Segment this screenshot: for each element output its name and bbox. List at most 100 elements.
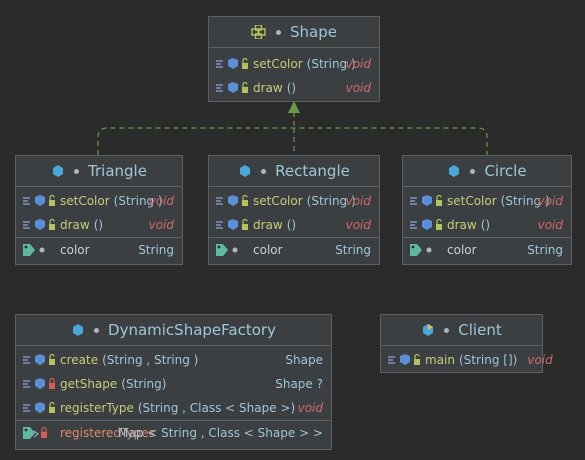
method-params: () bbox=[286, 81, 297, 95]
method-params: () bbox=[93, 218, 104, 232]
field-row[interactable]: registeredTypes Map < String , Class < S… bbox=[16, 420, 331, 445]
method-name: main bbox=[425, 353, 455, 367]
field-type: Map < String , Class < Shape > > bbox=[118, 426, 323, 440]
method-row[interactable]: draw () void bbox=[209, 213, 379, 237]
method-params: (String , Class < Shape >) bbox=[137, 401, 296, 415]
visibility-dot bbox=[444, 327, 450, 333]
method-name: registerType bbox=[60, 401, 134, 415]
class-dynamic-shape-factory[interactable]: DynamicShapeFactory create (String , Str… bbox=[15, 314, 332, 450]
field-type: String bbox=[138, 243, 174, 257]
return-type: void bbox=[527, 353, 553, 367]
method-params: () bbox=[480, 218, 491, 232]
method-name: setColor bbox=[447, 194, 497, 208]
field-name: color bbox=[60, 243, 90, 257]
method-row[interactable]: setColor (String ) void bbox=[209, 52, 379, 76]
method-name: setColor bbox=[253, 194, 303, 208]
method-icon bbox=[22, 354, 56, 366]
class-title: Shape bbox=[290, 23, 337, 41]
class-icon bbox=[447, 164, 461, 178]
class-title: DynamicShapeFactory bbox=[108, 321, 276, 339]
class-header: Shape bbox=[209, 17, 379, 48]
return-type: void bbox=[297, 401, 323, 415]
method-row[interactable]: create (String , String ) Shape bbox=[16, 348, 331, 372]
field-type: String bbox=[527, 243, 563, 257]
return-type: void bbox=[345, 57, 371, 71]
method-icon bbox=[215, 58, 249, 70]
return-type: void bbox=[537, 218, 563, 232]
field-row[interactable]: color String bbox=[403, 237, 571, 262]
method-icon bbox=[22, 219, 56, 231]
method-row[interactable]: setColor (String ) void bbox=[16, 189, 182, 213]
private-method-icon bbox=[22, 378, 56, 390]
method-row[interactable]: getShape (String) Shape ? bbox=[16, 372, 331, 396]
method-name: setColor bbox=[60, 194, 110, 208]
method-row[interactable]: draw () void bbox=[16, 213, 182, 237]
method-icon bbox=[215, 195, 249, 207]
method-name: draw bbox=[253, 81, 283, 95]
return-type: void bbox=[148, 218, 174, 232]
return-type: void bbox=[148, 194, 174, 208]
class-icon bbox=[421, 323, 435, 337]
method-icon bbox=[409, 219, 443, 231]
class-circle[interactable]: Circle setColor (String ) void draw () v… bbox=[402, 155, 572, 265]
return-type: void bbox=[345, 218, 371, 232]
return-type: void bbox=[345, 81, 371, 95]
class-header: Circle bbox=[403, 156, 571, 187]
return-type: Shape ? bbox=[275, 377, 323, 391]
method-params: (String []) bbox=[458, 353, 518, 367]
class-shape[interactable]: Shape setColor (String ) void draw () vo… bbox=[208, 16, 380, 102]
class-client[interactable]: Client main (String []) void bbox=[380, 314, 553, 373]
class-title: Circle bbox=[484, 162, 527, 180]
visibility-dot bbox=[261, 168, 267, 174]
static-method-icon bbox=[387, 354, 421, 366]
class-icon bbox=[238, 164, 252, 178]
field-icon bbox=[22, 243, 56, 257]
return-type: void bbox=[537, 194, 563, 208]
visibility-dot bbox=[94, 327, 100, 333]
method-icon bbox=[22, 402, 56, 414]
method-name: draw bbox=[447, 218, 477, 232]
field-type: String bbox=[335, 243, 371, 257]
visibility-dot bbox=[74, 168, 80, 174]
visibility-dot bbox=[470, 168, 476, 174]
inheritance-arrowhead bbox=[288, 101, 300, 113]
return-type: void bbox=[345, 194, 371, 208]
class-icon bbox=[51, 164, 65, 178]
method-name: getShape bbox=[60, 377, 118, 391]
method-row[interactable]: main (String []) void bbox=[381, 348, 553, 372]
field-icon bbox=[215, 243, 249, 257]
class-header: Rectangle bbox=[209, 156, 379, 187]
method-name: setColor bbox=[253, 57, 303, 71]
class-triangle[interactable]: Triangle setColor (String ) void draw ()… bbox=[15, 155, 183, 265]
field-icon bbox=[409, 243, 443, 257]
method-row[interactable]: draw () void bbox=[403, 213, 571, 237]
method-params: (String) bbox=[121, 377, 167, 391]
field-name: color bbox=[253, 243, 283, 257]
interface-icon bbox=[251, 25, 267, 39]
method-name: draw bbox=[253, 218, 283, 232]
field-name: color bbox=[447, 243, 477, 257]
method-icon bbox=[22, 195, 56, 207]
method-name: create bbox=[60, 353, 99, 367]
inheritance-line bbox=[97, 127, 488, 155]
class-header: DynamicShapeFactory bbox=[16, 315, 331, 346]
method-row[interactable]: registerType (String , Class < Shape >) … bbox=[16, 396, 331, 420]
method-icon bbox=[215, 219, 249, 231]
class-title: Client bbox=[458, 321, 502, 339]
method-params: () bbox=[286, 218, 297, 232]
class-header: Triangle bbox=[16, 156, 182, 187]
method-row[interactable]: draw () void bbox=[209, 76, 379, 100]
method-row[interactable]: setColor (String ) void bbox=[403, 189, 571, 213]
method-name: draw bbox=[60, 218, 90, 232]
class-icon bbox=[71, 323, 85, 337]
method-icon bbox=[409, 195, 443, 207]
return-type: Shape bbox=[285, 353, 323, 367]
field-row[interactable]: color String bbox=[209, 237, 379, 262]
method-row[interactable]: setColor (String ) void bbox=[209, 189, 379, 213]
class-rectangle[interactable]: Rectangle setColor (String ) void draw (… bbox=[208, 155, 380, 265]
method-icon bbox=[215, 82, 249, 94]
private-field-icon bbox=[22, 426, 56, 440]
visibility-dot bbox=[276, 29, 281, 35]
field-row[interactable]: color String bbox=[16, 237, 182, 262]
method-params: (String , String ) bbox=[102, 353, 199, 367]
